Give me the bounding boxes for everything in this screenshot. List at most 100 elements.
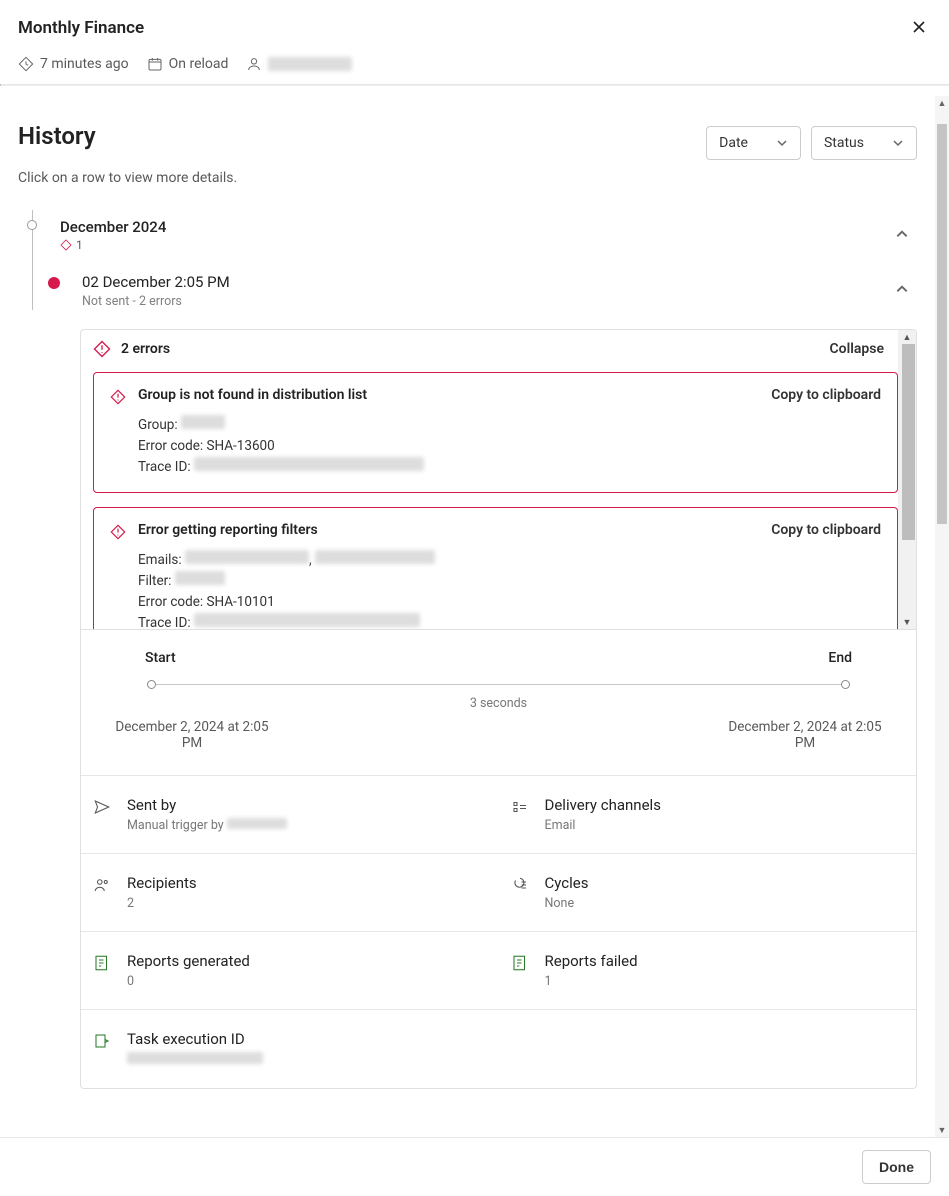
cycles-value: None (545, 896, 589, 911)
errors-scrollbar[interactable]: ▲ ▼ (898, 330, 916, 629)
reports-failed-value: 1 (545, 974, 638, 989)
error-filter-label: Filter: (138, 573, 171, 589)
error-title: Group is not found in distribution list (138, 387, 367, 403)
scroll-up-arrow[interactable]: ▲ (898, 330, 916, 344)
start-datetime: December 2, 2024 at 2:05 PM (107, 719, 277, 751)
error-emails-label: Emails: (138, 552, 182, 568)
reports-generated-label: Reports generated (127, 952, 250, 970)
month-count: 1 (76, 238, 83, 252)
channels-icon (511, 798, 529, 816)
detail-cycles: Cycles None (499, 854, 917, 931)
error-trace-label: Trace ID: (138, 459, 191, 475)
error-group-label: Group: (138, 417, 178, 433)
error-group-value-redacted (181, 415, 225, 429)
report-fail-icon (511, 954, 529, 972)
detail-reports-generated: Reports generated 0 (81, 932, 499, 1009)
scroll-down-arrow[interactable]: ▼ (935, 1123, 949, 1137)
person-icon (246, 56, 262, 72)
task-id-icon (93, 1032, 111, 1050)
scrollbar-thumb[interactable] (902, 344, 915, 540)
month-group[interactable]: December 2024 1 (18, 204, 917, 253)
close-icon (911, 19, 927, 35)
filter-status[interactable]: Status (811, 126, 917, 160)
month-label: December 2024 (60, 218, 873, 236)
reports-generated-value: 0 (127, 974, 250, 989)
delivery-value: Email (545, 818, 661, 833)
time-ago-text: 7 minutes ago (40, 56, 129, 72)
detail-task-execution-id: Task execution ID (81, 1010, 499, 1088)
reload-text: On reload (169, 56, 229, 72)
error-emails-value-redacted (315, 550, 435, 564)
recipients-label: Recipients (127, 874, 197, 892)
reports-failed-label: Reports failed (545, 952, 638, 970)
month-dot-icon (27, 220, 37, 230)
detail-delivery-channels: Delivery channels Email (499, 776, 917, 853)
history-hint: Click on a row to view more details. (0, 160, 935, 186)
report-ok-icon (93, 954, 111, 972)
start-knob-icon (147, 680, 156, 689)
event-title: 02 December 2:05 PM (82, 273, 873, 291)
month-collapse-button[interactable] (887, 218, 917, 253)
recipients-value: 2 (127, 896, 197, 911)
sent-by-label: Sent by (127, 796, 287, 814)
meta-reload: On reload (147, 56, 229, 72)
people-icon (93, 876, 111, 894)
filter-date[interactable]: Date (706, 126, 801, 160)
error-trace-value-redacted (194, 457, 424, 471)
close-button[interactable] (907, 14, 931, 42)
error-trace-value-redacted (194, 613, 420, 627)
copy-to-clipboard-button[interactable]: Copy to clipboard (771, 387, 881, 403)
chevron-up-icon (895, 227, 909, 241)
owner-name-redacted (268, 57, 352, 71)
cycles-label: Cycles (545, 874, 589, 892)
start-end-section: Start End 3 seconds December 2, 2024 at … (81, 630, 916, 775)
send-icon (93, 798, 111, 816)
error-emails-value-redacted (185, 550, 309, 564)
history-heading: History (18, 122, 96, 150)
error-title: Error getting reporting filters (138, 522, 318, 538)
error-code: Error code: SHA-10101 (138, 592, 881, 613)
done-button[interactable]: Done (862, 1150, 931, 1184)
diamond-error-icon (110, 524, 126, 540)
diamond-error-icon (110, 389, 126, 405)
errors-collapse-button[interactable]: Collapse (830, 341, 894, 357)
duration-track (147, 680, 850, 690)
end-label: End (828, 650, 852, 666)
filter-date-label: Date (719, 135, 748, 151)
duration-label: 3 seconds (107, 696, 890, 711)
chevron-down-icon (892, 137, 904, 149)
copy-to-clipboard-button[interactable]: Copy to clipboard (771, 522, 881, 538)
event-collapse-button[interactable] (887, 273, 917, 308)
meta-owner (246, 56, 352, 72)
scroll-up-arrow[interactable]: ▲ (935, 96, 949, 110)
chevron-down-icon (776, 137, 788, 149)
task-id-value-redacted (127, 1052, 263, 1064)
start-label: Start (145, 650, 176, 666)
event-subtitle: Not sent - 2 errors (82, 294, 873, 309)
errors-summary: 2 errors (121, 341, 170, 357)
meta-time-ago: 7 minutes ago (18, 56, 129, 72)
detail-recipients: Recipients 2 (81, 854, 499, 931)
main-scrollbar[interactable]: ▲ ▼ (935, 96, 949, 1137)
sent-by-prefix: Manual trigger by (127, 818, 227, 833)
filter-status-label: Status (824, 135, 864, 151)
page-title: Monthly Finance (18, 18, 144, 38)
history-event-row[interactable]: 02 December 2:05 PM Not sent - 2 errors (18, 253, 917, 315)
scroll-down-arrow[interactable]: ▼ (898, 615, 916, 629)
event-details-panel: ▲ ▼ 2 errors Collapse (80, 329, 917, 1089)
delivery-label: Delivery channels (545, 796, 661, 814)
detail-reports-failed: Reports failed 1 (499, 932, 917, 1009)
cycles-icon (511, 876, 529, 894)
calendar-icon (147, 56, 163, 72)
scrollbar-thumb[interactable] (937, 124, 947, 524)
diamond-error-icon (60, 239, 72, 251)
error-card: Error getting reporting filters Copy to … (93, 507, 898, 629)
end-datetime: December 2, 2024 at 2:05 PM (720, 719, 890, 751)
sent-by-user-redacted (227, 818, 287, 829)
error-code: Error code: SHA-13600 (138, 436, 881, 457)
detail-sent-by: Sent by Manual trigger by (81, 776, 499, 853)
end-knob-icon (841, 680, 850, 689)
error-trace-label: Trace ID: (138, 615, 191, 629)
event-error-dot-icon (48, 277, 60, 289)
task-id-label: Task execution ID (127, 1030, 263, 1048)
